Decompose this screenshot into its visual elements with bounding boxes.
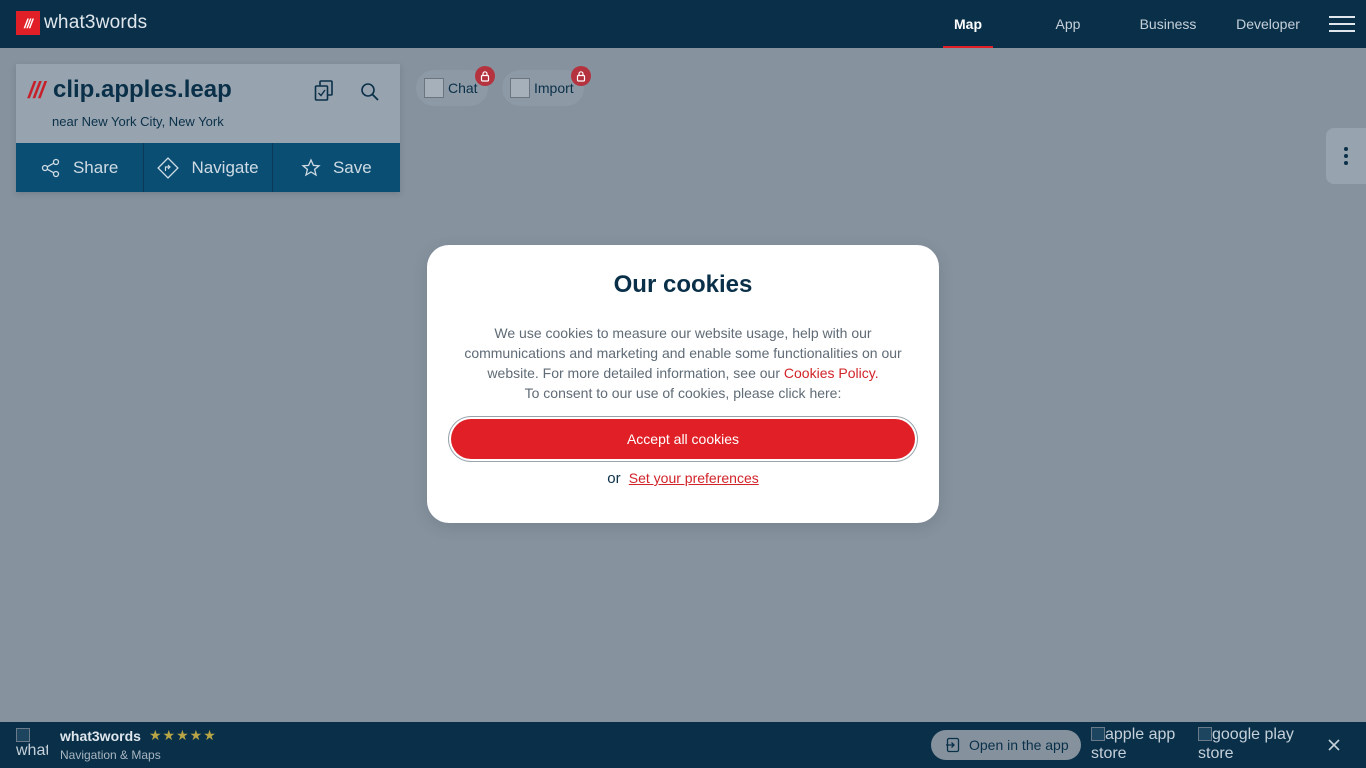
import-label: Import [534,80,574,96]
nav-business[interactable]: Business [1133,0,1203,48]
cookie-body-period: . [874,365,879,381]
app-name: what3words [60,728,141,744]
nav-map[interactable]: Map [943,0,993,48]
app-category: Navigation & Maps [60,748,161,762]
address-actions: Share Navigate Save [16,143,400,192]
app-logo: what [16,728,48,762]
cookie-dialog-body: We use cookies to measure our website us… [455,323,911,403]
google-store-alt: google play store [1198,726,1294,762]
share-icon [41,158,60,177]
save-button[interactable]: Save [273,143,400,192]
broken-image-icon [16,728,30,742]
chat-label: Chat [448,80,478,96]
open-in-app-button[interactable]: Open in the app [931,730,1081,760]
top-navigation: /// what3words Map App Business Develope… [0,0,1366,48]
app-banner: what what3words ★★★★★ Navigation & Maps … [0,722,1366,768]
share-label: Share [72,157,119,177]
accept-all-cookies-button[interactable]: Accept all cookies [451,419,915,459]
share-button[interactable]: Share [16,143,145,192]
star-icon [301,157,321,176]
cookie-alt-row: or Set your preferences [427,470,939,487]
open-in-app-label: Open in the app [969,737,1069,753]
close-icon[interactable] [1326,737,1342,753]
broken-image-icon [1091,727,1105,741]
address-nearby: near New York City, New York [52,114,224,129]
open-app-icon [946,737,960,753]
cookie-dialog-title: Our cookies [613,271,753,298]
broken-image-icon [1198,727,1212,741]
navigate-icon [157,156,180,179]
rating-stars: ★★★★★ [149,727,217,743]
cookie-dialog: Our cookies We use cookies to measure ou… [427,245,939,523]
chat-button[interactable]: Chat [416,66,495,106]
brand-logo[interactable]: /// what3words [16,11,147,35]
app-logo-alt: what [16,742,48,759]
save-label: Save [332,157,372,177]
set-preferences-link[interactable]: Set your preferences [629,470,759,486]
address-card: /// clip.apples.leap near New York City,… [16,64,400,192]
nav-app[interactable]: App [1043,0,1093,48]
hamburger-icon[interactable] [1329,16,1355,34]
copy-icon[interactable] [312,79,336,103]
navigate-button[interactable]: Navigate [144,143,273,192]
apple-app-store-link[interactable]: apple app store [1091,725,1191,763]
address-header: /// clip.apples.leap near New York City,… [16,64,400,143]
navigate-label: Navigate [191,157,259,177]
chat-image-icon [424,78,444,98]
or-text: or [607,470,621,487]
google-play-store-link[interactable]: google play store [1198,725,1308,763]
more-options-icon[interactable] [1326,128,1366,184]
import-image-icon [510,78,530,98]
address-words[interactable]: clip.apples.leap [53,76,232,104]
nav-developer[interactable]: Developer [1230,0,1306,48]
cookie-consent-text: To consent to our use of cookies, please… [524,385,842,401]
logo-mark-icon: /// [16,11,40,35]
import-button[interactable]: Import [502,66,591,106]
lock-icon [475,66,495,86]
lock-icon [571,66,591,86]
slashes-icon: /// [28,77,45,103]
brand-name: what3words [44,12,148,33]
search-icon[interactable] [358,80,382,104]
cookies-policy-link[interactable]: Cookies Policy [784,365,875,381]
